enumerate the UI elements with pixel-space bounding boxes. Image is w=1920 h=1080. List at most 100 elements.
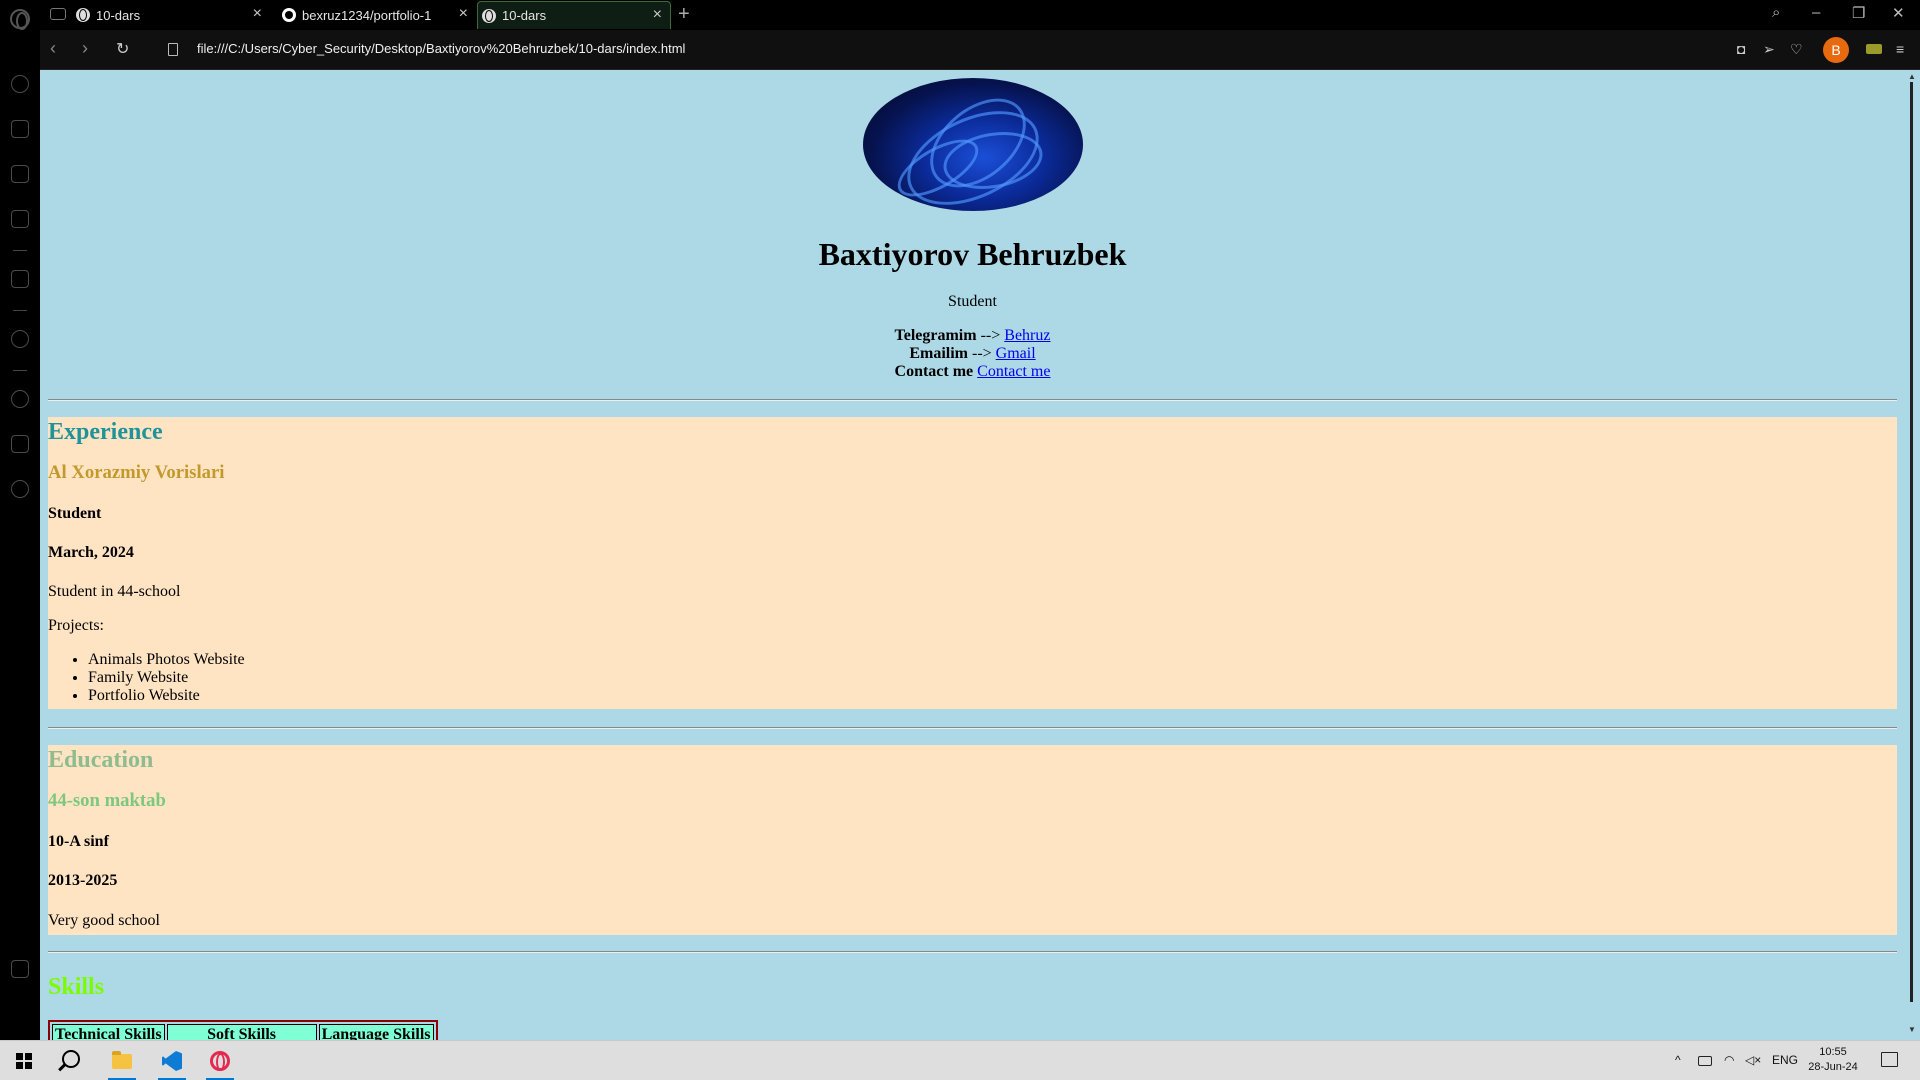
minimize-icon[interactable]: –: [1812, 4, 1820, 21]
contact-me: Contact me Contact me: [894, 363, 1051, 380]
education-section: Education 44-son maktab 10-A sinf 2013-2…: [48, 745, 1897, 935]
settings-icon[interactable]: [11, 480, 29, 498]
scrollbar-thumb[interactable]: [1910, 82, 1913, 1002]
globe-icon: [482, 8, 496, 23]
scroll-down-icon[interactable]: ▼: [1908, 1025, 1916, 1034]
file-explorer-app[interactable]: [102, 1045, 142, 1080]
chevron-up-icon[interactable]: ^: [1675, 1053, 1681, 1067]
page-info-icon[interactable]: [168, 43, 178, 56]
address-bar: ‹ › ↻ file:///C:/Users/Cyber_Security/De…: [40, 30, 1920, 70]
close-tab-icon[interactable]: ×: [653, 7, 662, 23]
divider: [48, 951, 1897, 953]
twitch-icon[interactable]: [11, 165, 29, 183]
experience-date: March, 2024: [48, 544, 134, 561]
education-class: 10-A sinf: [48, 833, 109, 850]
opera-icon: [210, 1051, 230, 1071]
tab-10-dars-1[interactable]: 10-dars ×: [76, 1, 270, 29]
contact-email: Emailim --> Gmail: [909, 345, 1036, 362]
search-icon[interactable]: [62, 1050, 80, 1068]
back-icon[interactable]: ‹: [50, 38, 56, 59]
tab-search-icon[interactable]: ⌕: [1772, 4, 1780, 21]
clock[interactable]: 10:55 28-Jun-24: [1803, 1045, 1863, 1075]
education-heading: Education: [48, 747, 154, 773]
browser-sidebar: ···: [0, 30, 40, 1057]
wifi-icon[interactable]: ◠: [1724, 1053, 1734, 1067]
reload-icon[interactable]: ↻: [116, 39, 129, 59]
tab-islands-icon[interactable]: [50, 8, 66, 20]
contact-links: Telegramim --> Behruz Emailim --> Gmail …: [40, 327, 1905, 381]
wallpaper-icon[interactable]: [11, 960, 29, 978]
table-header: Technical Skills: [52, 1024, 165, 1040]
page-title: Baxtiyorov Behruzbek: [818, 236, 1127, 272]
battery-icon[interactable]: [1698, 1056, 1712, 1066]
clock-time: 10:55: [1819, 1046, 1847, 1058]
experience-section: Experience Al Xorazmiy Vorislari Student…: [48, 417, 1897, 709]
tab-title: 10-dars: [96, 7, 141, 23]
close-tab-icon[interactable]: ×: [253, 6, 262, 22]
vscode-app[interactable]: [152, 1045, 192, 1080]
windows-start-icon[interactable]: [16, 1053, 32, 1069]
projects-label: Projects:: [48, 617, 104, 634]
new-tab-button[interactable]: +: [678, 3, 690, 26]
table-row: Technical Skills Soft Skills Language Sk…: [52, 1024, 434, 1040]
forward-icon[interactable]: ›: [82, 38, 88, 59]
contact-telegram: Telegramim --> Behruz: [894, 327, 1051, 344]
shopping-bag-icon[interactable]: [11, 120, 29, 138]
volume-muted-icon[interactable]: ◁×: [1745, 1053, 1761, 1067]
restore-icon[interactable]: ❐: [1852, 4, 1865, 22]
easy-setup-icon[interactable]: ≡: [1896, 41, 1904, 57]
heart-icon[interactable]: ♡: [1790, 41, 1803, 58]
close-tab-icon[interactable]: ×: [459, 6, 468, 22]
telegram-link[interactable]: Behruz: [1004, 327, 1050, 344]
send-icon[interactable]: ➢: [1763, 41, 1775, 58]
close-window-icon[interactable]: ✕: [1892, 4, 1905, 22]
aria-icon[interactable]: [11, 270, 29, 288]
tab-10-dars-active[interactable]: 10-dars ×: [477, 1, 671, 29]
skills-table: Technical Skills Soft Skills Language Sk…: [48, 1020, 438, 1040]
divider: [48, 399, 1897, 401]
education-school: 44-son maktab: [48, 790, 166, 811]
role-text: Student: [948, 293, 997, 310]
instagram-icon[interactable]: [11, 210, 29, 228]
extensions-icon[interactable]: [11, 435, 29, 453]
github-icon: [282, 8, 296, 22]
opera-menu-icon[interactable]: [10, 9, 30, 30]
list-item: Family Website: [88, 669, 245, 687]
globe-icon: [76, 8, 90, 22]
gmail-link[interactable]: Gmail: [996, 345, 1036, 362]
tab-title: 10-dars: [502, 8, 547, 23]
clock-date: 28-Jun-24: [1808, 1061, 1858, 1073]
vscode-icon: [162, 1051, 182, 1071]
snapshot-icon[interactable]: ◘: [1737, 41, 1745, 57]
page-scrollbar[interactable]: ▲ ▼: [1905, 70, 1920, 1040]
opera-app[interactable]: [200, 1045, 240, 1080]
tab-title: bexruz1234/portfolio-1: [302, 7, 432, 23]
windows-taskbar: ^ ◠ ◁× ENG 10:55 28-Jun-24: [0, 1040, 1920, 1080]
url-field[interactable]: file:///C:/Users/Cyber_Security/Desktop/…: [197, 41, 685, 56]
speed-dial-icon[interactable]: [11, 75, 29, 93]
divider: [48, 727, 1897, 729]
experience-position: Student: [48, 505, 102, 522]
education-years: 2013-2025: [48, 872, 118, 889]
tab-github-portfolio[interactable]: bexruz1234/portfolio-1 ×: [282, 1, 476, 29]
browser-tab-bar: 10-dars × bexruz1234/portfolio-1 × 10-da…: [0, 0, 1920, 30]
history-icon[interactable]: [11, 390, 29, 408]
notification-icon[interactable]: [1881, 1052, 1898, 1067]
experience-heading: Experience: [48, 419, 163, 445]
language-indicator[interactable]: ENG: [1772, 1053, 1798, 1067]
contact-me-link[interactable]: Contact me: [977, 363, 1050, 380]
battery-saver-icon[interactable]: [1866, 44, 1882, 54]
table-header: Language Skills: [318, 1024, 434, 1040]
projects-list: Animals Photos Website Family Website Po…: [88, 651, 245, 705]
table-header: Soft Skills: [166, 1024, 317, 1040]
experience-org: Al Xorazmiy Vorislari: [48, 462, 225, 483]
web-page: Baxtiyorov Behruzbek Student Telegramim …: [40, 70, 1905, 1040]
scroll-up-icon[interactable]: ▲: [1908, 72, 1916, 81]
folder-icon: [112, 1051, 132, 1069]
list-item: Animals Photos Website: [88, 651, 245, 669]
skills-heading: Skills: [48, 974, 105, 1000]
experience-desc: Student in 44-school: [48, 583, 181, 600]
profile-avatar[interactable]: B: [1823, 37, 1849, 63]
list-item: Portfolio Website: [88, 687, 245, 705]
player-icon[interactable]: [11, 330, 29, 348]
